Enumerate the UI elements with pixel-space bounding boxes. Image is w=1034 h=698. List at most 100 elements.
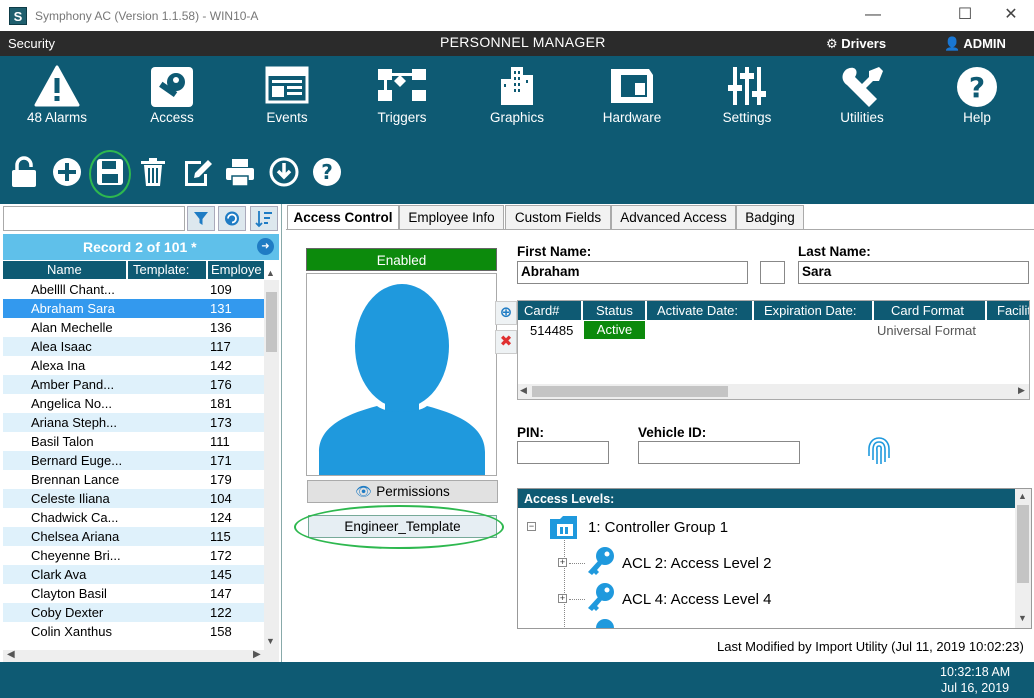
print-icon[interactable] (224, 156, 256, 188)
card-scroll-thumb[interactable] (532, 386, 728, 397)
tab-employee-info[interactable]: Employee Info (399, 205, 504, 229)
scroll-up-icon[interactable]: ▲ (266, 268, 275, 278)
acl-scroll-thumb[interactable] (1017, 505, 1029, 583)
nav-access[interactable]: Access (122, 56, 222, 134)
tab-advanced-access[interactable]: Advanced Access (611, 205, 736, 229)
next-record-icon[interactable]: ➜ (257, 238, 274, 255)
table-row[interactable]: Ariana Steph... 173 (3, 413, 264, 432)
nav-utilities[interactable]: Utilities (812, 56, 912, 134)
card-table-scrollbar[interactable]: ◀ ▶ (518, 384, 1029, 399)
col-activate-date[interactable]: Activate Date: (657, 303, 738, 318)
table-row[interactable]: Alexa Ina 142 (3, 356, 264, 375)
table-row[interactable]: Alan Mechelle 136 (3, 318, 264, 337)
table-row[interactable]: Celeste Iliana 104 (3, 489, 264, 508)
card-scroll-right-icon[interactable]: ▶ (1018, 385, 1025, 396)
col-employee[interactable]: Employe (211, 262, 264, 277)
tab-access-control[interactable]: Access Control (287, 205, 399, 231)
scroll-thumb[interactable] (266, 292, 277, 352)
table-row[interactable]: Angelica No... 181 (3, 394, 264, 413)
status-badge[interactable]: Enabled (306, 248, 497, 271)
delete-trash-icon[interactable] (137, 156, 169, 188)
edit-icon[interactable] (182, 156, 214, 188)
nav-events[interactable]: Events (237, 56, 337, 134)
col-card-format[interactable]: Card Format (891, 303, 964, 318)
col-template[interactable]: Template: (133, 262, 189, 277)
pin-field[interactable] (517, 441, 609, 464)
svg-text:?: ? (321, 160, 333, 184)
list-vertical-scrollbar[interactable]: ▲ ▼ (264, 268, 279, 650)
table-row[interactable]: Chadwick Ca... 124 (3, 508, 264, 527)
tab-custom-fields[interactable]: Custom Fields (505, 205, 611, 229)
alarm-warning-icon (34, 65, 80, 107)
security-menu[interactable]: Security (8, 36, 55, 51)
middle-initial-field[interactable] (760, 261, 785, 284)
col-facility[interactable]: Facilit (997, 303, 1029, 318)
table-row[interactable]: Brennan Lance 179 (3, 470, 264, 489)
add-card-button[interactable]: ⊕ (495, 301, 517, 325)
scroll-down-icon[interactable]: ▼ (266, 636, 275, 646)
table-row[interactable]: Basil Talon 111 (3, 432, 264, 451)
table-row[interactable]: Bernard Euge... 171 (3, 451, 264, 470)
table-row[interactable]: Coby Dexter 122 (3, 603, 264, 622)
col-expiration-date[interactable]: Expiration Date: (764, 303, 857, 318)
card-number-cell[interactable]: 514485 (530, 323, 573, 338)
fingerprint-icon[interactable] (866, 434, 892, 468)
help-icon[interactable]: ? (311, 156, 343, 188)
table-row[interactable]: Abellll Chant... 109 (3, 280, 264, 299)
card-scroll-left-icon[interactable]: ◀ (520, 385, 527, 396)
add-record-icon[interactable] (51, 156, 83, 188)
table-row[interactable]: Clayton Basil 147 (3, 584, 264, 603)
controller-group-label[interactable]: 1: Controller Group 1 (588, 519, 728, 536)
list-horizontal-scrollbar[interactable]: ◀ ▶ (3, 649, 279, 662)
table-row[interactable]: Cheyenne Bri... 172 (3, 546, 264, 565)
access-levels-scrollbar[interactable]: ▲ ▼ (1015, 489, 1031, 628)
filter-button[interactable] (187, 206, 215, 231)
lock-icon[interactable] (8, 156, 40, 188)
employee-photo[interactable] (306, 273, 497, 476)
col-status[interactable]: Status (596, 303, 633, 318)
nav-triggers[interactable]: Triggers (352, 56, 452, 134)
acl-scroll-up-icon[interactable]: ▲ (1018, 491, 1027, 501)
table-row[interactable]: Alea Isaac 117 (3, 337, 264, 356)
admin-menu[interactable]: 👤 ADMIN (944, 36, 1006, 52)
maximize-button[interactable]: ☐ (942, 0, 988, 31)
card-format-cell[interactable]: Universal Format (877, 323, 976, 338)
col-name[interactable]: Name (47, 262, 82, 277)
table-row[interactable]: Abraham Sara 131 (3, 299, 264, 318)
remove-card-button[interactable]: ✖ (495, 330, 517, 354)
vehicle-id-field[interactable] (638, 441, 800, 464)
nav-settings[interactable]: Settings (697, 56, 797, 134)
last-name-field[interactable]: Sara (798, 261, 1029, 284)
expand-acl-2-toggle[interactable]: + (558, 558, 567, 567)
expand-acl-4-toggle[interactable]: + (558, 594, 567, 603)
card-status-cell[interactable]: Active (584, 321, 645, 339)
table-row[interactable]: Chelsea Ariana 115 (3, 527, 264, 546)
col-card-number[interactable]: Card# (524, 303, 559, 318)
download-import-icon[interactable] (268, 156, 300, 188)
table-row[interactable]: Clark Ava 145 (3, 565, 264, 584)
scroll-left-icon[interactable]: ◀ (7, 649, 15, 660)
table-row[interactable]: Colin Xanthus 158 (3, 622, 264, 641)
row-template: 122 (210, 605, 232, 620)
row-name: Ariana Steph... (31, 415, 117, 430)
access-level-2-label[interactable]: ACL 2: Access Level 2 (622, 555, 772, 572)
close-button[interactable]: ✕ (988, 0, 1034, 31)
scroll-right-icon[interactable]: ▶ (253, 649, 261, 660)
table-row[interactable]: Amber Pand... 176 (3, 375, 264, 394)
refresh-button[interactable] (218, 206, 246, 231)
nav-hardware[interactable]: Hardware (582, 56, 682, 134)
nav-graphics[interactable]: Graphics (467, 56, 567, 134)
tab-badging[interactable]: Badging (736, 205, 804, 229)
nav-help[interactable]: ? Help (927, 56, 1027, 134)
first-name-field[interactable]: Abraham (517, 261, 748, 284)
nav-alarms[interactable]: 48 Alarms (7, 56, 107, 134)
permissions-button[interactable]: 👁 Permissions (307, 480, 498, 503)
sort-button[interactable] (250, 206, 278, 231)
search-input[interactable] (3, 206, 185, 231)
collapse-group-toggle[interactable]: − (527, 522, 536, 531)
minimize-button[interactable]: — (850, 0, 896, 31)
access-level-4-label[interactable]: ACL 4: Access Level 4 (622, 591, 772, 608)
drivers-menu[interactable]: ⚙ Drivers (826, 36, 886, 52)
acl-scroll-down-icon[interactable]: ▼ (1018, 613, 1027, 623)
svg-text:?: ? (969, 71, 985, 104)
